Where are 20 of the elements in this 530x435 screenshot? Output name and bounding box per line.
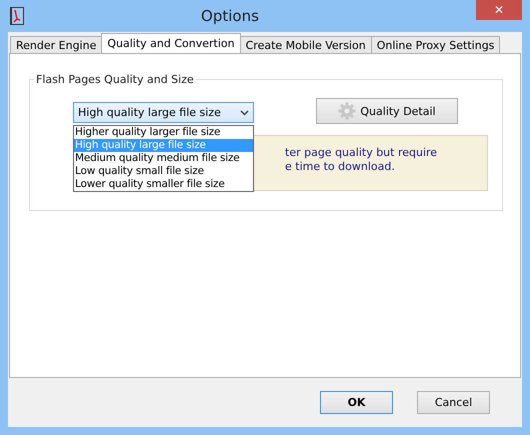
dropdown-option[interactable]: Low quality small file size [74, 165, 253, 178]
app-icon [10, 7, 24, 25]
cancel-button[interactable]: Cancel [417, 391, 490, 414]
info-text: ter page quality but require [285, 146, 438, 160]
tab[interactable]: Create Mobile Version [240, 36, 372, 53]
quality-dropdown[interactable]: High quality large file size [73, 102, 254, 123]
dropdown-option[interactable]: Lower quality smaller file size [74, 178, 253, 191]
close-button[interactable]: ✕ [476, 0, 522, 20]
group-title: Flash Pages Quality and Size [34, 73, 196, 86]
tab[interactable]: Render Engine [10, 36, 102, 53]
dropdown-option[interactable]: Medium quality medium file size [74, 152, 253, 165]
ok-button[interactable]: OK [320, 391, 393, 414]
info-text: e time to download. [285, 160, 396, 174]
window-title: Options [200, 7, 260, 25]
dropdown-option[interactable]: Higher quality larger file size [74, 126, 253, 139]
tab[interactable]: Online Proxy Settings [370, 36, 500, 53]
gear-icon [338, 102, 356, 120]
quality-detail-button[interactable]: Quality Detail [316, 98, 458, 124]
tab[interactable]: Quality and Convertion [101, 33, 241, 53]
chevron-icon [240, 110, 249, 116]
